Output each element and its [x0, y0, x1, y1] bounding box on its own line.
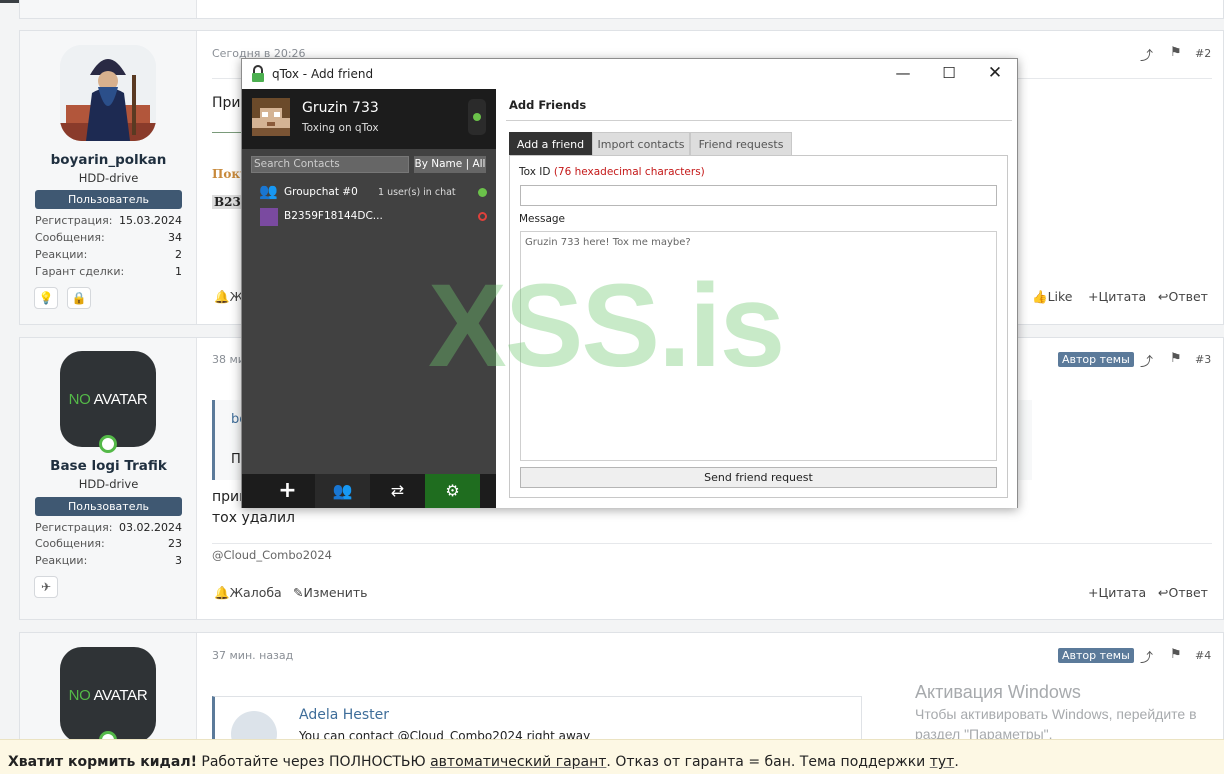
tab-import-contacts[interactable]: Import contacts: [592, 132, 690, 155]
sort-filter-button[interactable]: By Name | All: [414, 156, 486, 173]
post-2-user-panel: boyarin_polkan HDD-drive Пользователь Ре…: [20, 31, 197, 324]
tox-id-input[interactable]: [520, 185, 997, 206]
send-friend-request-button[interactable]: Send friend request: [520, 467, 997, 488]
signature: @Cloud_Combo2024: [212, 548, 332, 562]
post-time[interactable]: 37 мин. назад: [212, 649, 293, 662]
stat-row: Реакции: 2: [35, 248, 182, 261]
share-icon[interactable]: ⤴: [1140, 351, 1153, 370]
profile-name[interactable]: Gruzin 733: [302, 100, 379, 116]
bookmark-icon[interactable]: ⚑: [1170, 45, 1182, 60]
friend-avatar: [260, 208, 278, 226]
window-title: qTox - Add friend: [272, 67, 374, 81]
message-text: Gruzin 733 here! Tox me maybe?: [525, 237, 691, 248]
post-1-remnant: [19, 0, 1224, 19]
post-number[interactable]: #3: [1195, 353, 1211, 366]
close-button[interactable]: ✕: [972, 59, 1018, 89]
maximize-button[interactable]: ☐: [926, 59, 972, 89]
username[interactable]: Base logi Trafik: [20, 458, 197, 474]
add-friend-icon[interactable]: +: [260, 474, 315, 508]
online-status-dot: [478, 188, 487, 197]
reply-icon: ↩: [1158, 585, 1169, 600]
contact-item-groupchat[interactable]: 👥 Groupchat #0 1 user(s) in chat: [242, 182, 496, 204]
reply-icon: ↩: [1158, 289, 1169, 304]
quote-button[interactable]: +Цитата: [1088, 585, 1146, 600]
bell-icon: 🔔: [214, 289, 230, 304]
tab-add-friend[interactable]: Add a friend: [509, 132, 592, 155]
post-time[interactable]: 38 ми: [212, 353, 245, 366]
settings-gear-icon[interactable]: ⚙: [425, 474, 480, 508]
create-group-icon[interactable]: 👥: [315, 474, 370, 508]
support-link[interactable]: тут: [930, 754, 955, 770]
profile-header[interactable]: Gruzin 733 Toxing on qTox: [242, 89, 496, 149]
notice-footer: Хватит кормить кидал! Работайте через ПО…: [0, 739, 1224, 774]
quote-author[interactable]: Adela Hester: [299, 707, 389, 723]
qtox-sidebar: Gruzin 733 Toxing on qTox Search Contact…: [242, 89, 496, 508]
status-toggle[interactable]: [468, 99, 486, 135]
section-title: Add Friends: [509, 98, 587, 112]
avatar[interactable]: [60, 45, 156, 141]
stat-row: Сообщения: 34: [35, 231, 182, 244]
author-tag: Автор темы: [1058, 648, 1134, 663]
offline-status-dot: [478, 212, 487, 221]
bookmark-icon[interactable]: ⚑: [1170, 647, 1182, 662]
report-button[interactable]: 🔔Жалоба: [214, 585, 282, 601]
stat-row: Реакции: 3: [35, 554, 182, 567]
windows-activation-line: Чтобы активировать Windows, перейдите в: [915, 706, 1197, 722]
telegram-icon[interactable]: ✈: [34, 576, 58, 598]
windows-activation-title: Активация Windows: [915, 682, 1081, 702]
profile-avatar[interactable]: [252, 98, 290, 136]
qtox-lock-icon: [251, 65, 265, 82]
author-tag: Автор темы: [1058, 352, 1134, 367]
edit-button[interactable]: ✎Изменить: [293, 585, 368, 600]
minimize-button[interactable]: —: [880, 59, 926, 89]
tab-friend-requests[interactable]: Friend requests: [690, 132, 792, 155]
post-text: При: [212, 95, 241, 111]
message-textarea[interactable]: Gruzin 733 here! Tox me maybe?: [520, 231, 997, 461]
reply-button[interactable]: ↩Ответ: [1158, 585, 1208, 600]
message-label: Message: [519, 213, 566, 225]
add-friend-panel: Add Friends Add a friend Import contacts…: [496, 89, 1017, 508]
stat-row: Регистрация: 15.03.2024: [35, 214, 182, 227]
like-button[interactable]: 👍Like: [1032, 289, 1073, 305]
stat-row: Сообщения: 23: [35, 537, 182, 550]
add-friend-form: Tox ID (76 hexadecimal characters) Messa…: [509, 155, 1008, 498]
quote-button[interactable]: +Цитата: [1088, 289, 1146, 304]
thumb-up-icon: 👍: [1032, 289, 1048, 304]
bell-icon: 🔔: [214, 585, 230, 600]
user-title: HDD-drive: [78, 477, 139, 491]
search-input[interactable]: Search Contacts: [251, 156, 409, 173]
contact-item-friend[interactable]: B2359F18144DC...: [242, 206, 496, 228]
stat-row: Регистрация: 03.02.2024: [35, 521, 182, 534]
guarantee-link[interactable]: автоматический гарант: [430, 754, 606, 770]
post-number[interactable]: #4: [1195, 649, 1211, 662]
share-icon[interactable]: ⤴: [1140, 45, 1153, 64]
group-icon: 👥: [259, 182, 278, 200]
post-3-user-panel: NO AVATAR Base logi Trafik HDD-drive Пол…: [20, 338, 197, 619]
post-text: тох удалил: [212, 510, 295, 526]
reply-button[interactable]: ↩Ответ: [1158, 289, 1208, 304]
lightbulb-icon[interactable]: 💡: [34, 287, 58, 309]
pencil-icon: ✎: [293, 585, 304, 600]
user-title: HDD-drive: [78, 171, 139, 185]
stat-row: Гарант сделки: 1: [35, 265, 182, 278]
share-icon[interactable]: ⤴: [1140, 647, 1153, 666]
online-indicator: [99, 435, 117, 453]
tox-id-label: Tox ID (76 hexadecimal characters): [519, 166, 705, 178]
user-badge: Пользователь: [35, 190, 182, 209]
qtox-window: qTox - Add friend — ☐ ✕ Gruzin 733 Toxin…: [241, 58, 1018, 508]
username[interactable]: boyarin_polkan: [20, 152, 197, 168]
avatar[interactable]: NO AVATAR: [60, 647, 156, 743]
file-transfer-icon[interactable]: ⇄: [370, 474, 425, 508]
lock-icon[interactable]: 🔒: [67, 287, 91, 309]
user-badge: Пользователь: [35, 497, 182, 516]
bottom-toolbar: + 👥 ⇄ ⚙: [242, 474, 496, 508]
title-bar[interactable]: qTox - Add friend — ☐ ✕: [242, 59, 1017, 89]
profile-status[interactable]: Toxing on qTox: [302, 122, 379, 134]
avatar[interactable]: NO AVATAR: [60, 351, 156, 447]
bookmark-icon[interactable]: ⚑: [1170, 351, 1182, 366]
post-number[interactable]: #2: [1195, 47, 1211, 60]
